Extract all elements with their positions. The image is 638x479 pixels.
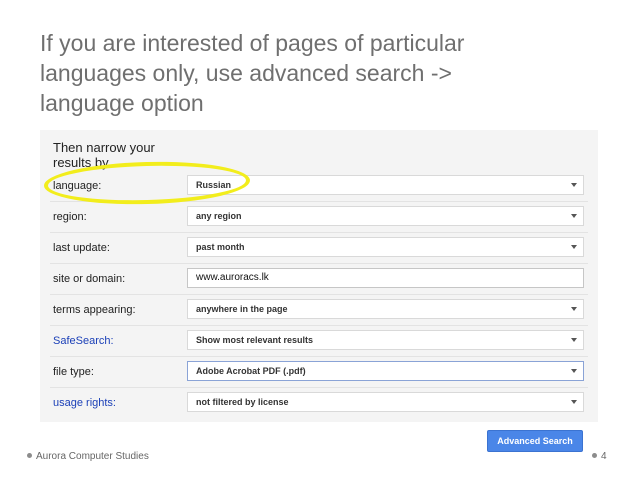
terms-appearing-label: terms appearing: [53, 304, 136, 316]
bullet-dot-icon [592, 452, 597, 458]
chevron-down-icon [571, 214, 577, 218]
row-divider [50, 232, 588, 233]
slide-title-line-1: If you are interested of pages of partic… [40, 30, 465, 56]
last-update-select[interactable]: past month [187, 237, 584, 257]
region-select[interactable]: any region [187, 206, 584, 226]
file-type-select-value: Adobe Acrobat PDF (.pdf) [196, 366, 306, 376]
safesearch-select-value: Show most relevant results [196, 335, 314, 345]
slide-title-line-3: language option [40, 90, 204, 116]
usage-rights-select-value: not filtered by license [196, 397, 289, 407]
panel-heading-line-1: Then narrow your [53, 140, 155, 155]
last-update-label: last update: [53, 242, 110, 254]
row-divider [50, 356, 588, 357]
chevron-down-icon [571, 400, 577, 404]
terms-appearing-select-value: anywhere in the page [196, 304, 288, 314]
slide-title: If you are interested of pages of partic… [40, 28, 610, 118]
terms-appearing-select[interactable]: anywhere in the page [187, 299, 584, 319]
file-type-label: file type: [53, 366, 94, 378]
site-or-domain-label: site or domain: [53, 273, 126, 285]
page-number-text: 4 [601, 451, 607, 462]
last-update-select-value: past month [196, 242, 245, 252]
usage-rights-select[interactable]: not filtered by license [187, 392, 584, 412]
file-type-select[interactable]: Adobe Acrobat PDF (.pdf) [187, 361, 584, 381]
chevron-down-icon [571, 245, 577, 249]
region-select-value: any region [196, 211, 242, 221]
chevron-down-icon [571, 369, 577, 373]
page-number: 4 [592, 451, 607, 463]
site-or-domain-input[interactable]: www.auroracs.lk [187, 268, 584, 288]
usage-rights-link[interactable]: usage rights: [53, 396, 183, 410]
footer-text: Aurora Computer Studies [36, 451, 149, 462]
safesearch-select[interactable]: Show most relevant results [187, 330, 584, 350]
site-or-domain-value: www.auroracs.lk [196, 272, 269, 283]
chevron-down-icon [571, 338, 577, 342]
chevron-down-icon [571, 307, 577, 311]
region-label: region: [53, 211, 87, 223]
chevron-down-icon [571, 183, 577, 187]
safesearch-link[interactable]: SafeSearch: [53, 334, 183, 348]
row-divider [50, 325, 588, 326]
footer-label: Aurora Computer Studies [27, 451, 149, 463]
advanced-search-button[interactable]: Advanced Search [487, 430, 583, 452]
row-divider [50, 294, 588, 295]
slide-title-line-2: languages only, use advanced search -> [40, 60, 452, 86]
row-divider [50, 263, 588, 264]
row-divider [50, 387, 588, 388]
bullet-dot-icon [27, 452, 32, 458]
